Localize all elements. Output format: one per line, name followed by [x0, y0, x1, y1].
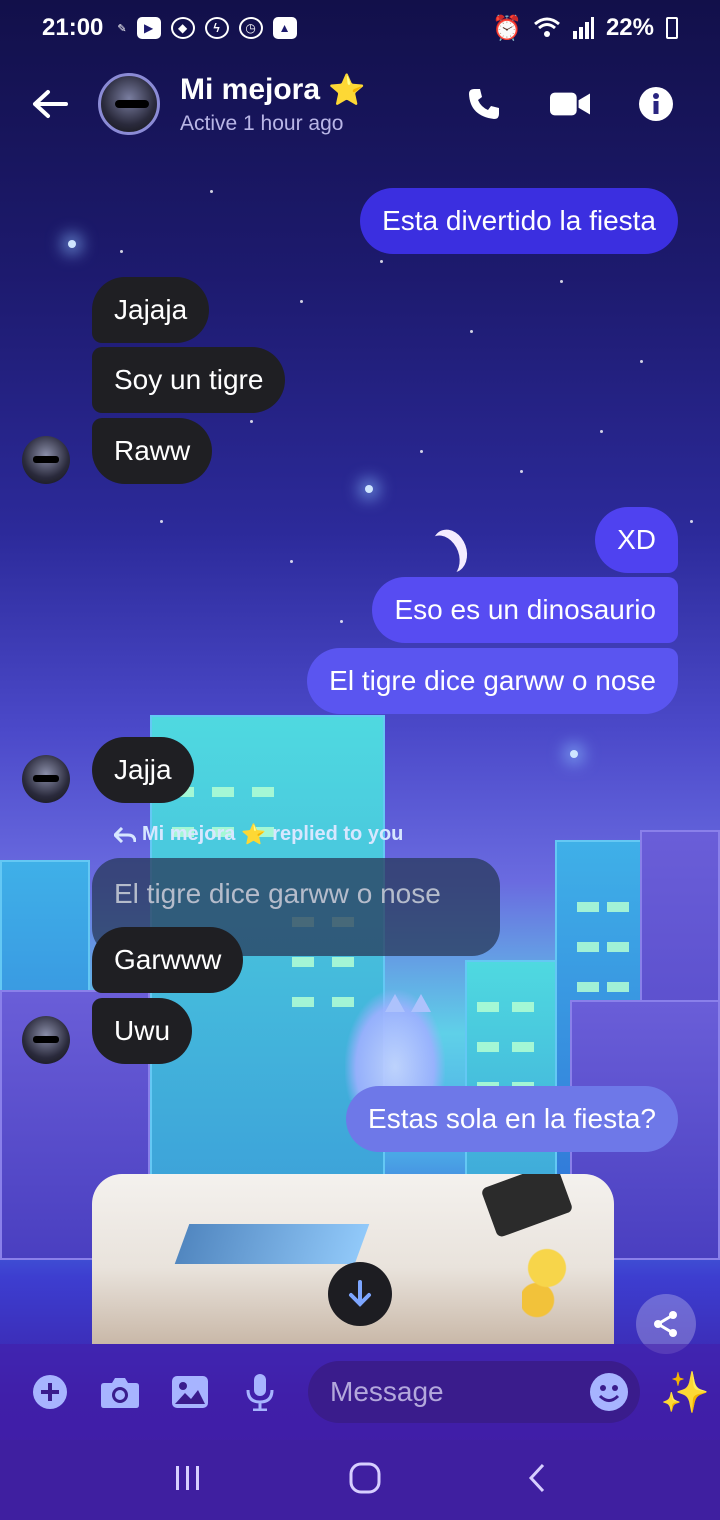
camera-button[interactable]	[98, 1370, 142, 1414]
contact-name-text: Mi mejora	[180, 73, 321, 106]
star-icon: ⭐	[241, 824, 267, 846]
plus-circle-icon	[33, 1375, 67, 1409]
back-nav-button[interactable]	[527, 1462, 547, 1499]
contact-avatar[interactable]	[98, 73, 160, 135]
active-status: Active 1 hour ago	[180, 111, 344, 135]
add-attachment-button[interactable]	[28, 1370, 72, 1414]
camera-icon	[101, 1378, 139, 1408]
video-call-button[interactable]	[550, 84, 590, 124]
message-bubble-incoming[interactable]: Uwu	[92, 998, 193, 1064]
star-icon: ⭐	[328, 73, 366, 107]
contact-avatar-small[interactable]	[22, 436, 70, 484]
smiley-icon	[598, 1385, 620, 1402]
contact-info[interactable]: Mi mejora ⭐ Active 1 hour ago	[180, 73, 365, 136]
recent-apps-icon	[175, 1465, 199, 1490]
alarm-clock-icon: ⏰	[492, 14, 522, 42]
voice-message-button[interactable]	[238, 1370, 282, 1414]
youtube-icon: ▶	[136, 17, 161, 39]
phone-icon	[469, 89, 499, 119]
message-bubble-outgoing[interactable]: XD	[595, 507, 678, 573]
message-input-placeholder: Message	[330, 1376, 444, 1407]
message-bubble-incoming[interactable]: Jajaja	[92, 277, 210, 343]
conversation-info-button[interactable]	[636, 84, 676, 124]
header-actions	[464, 84, 676, 124]
sparkle-icon[interactable]: ✨	[660, 1369, 710, 1416]
message-input[interactable]: Message	[308, 1361, 640, 1423]
contact-avatar-small[interactable]	[22, 1016, 70, 1064]
message-bubble-outgoing[interactable]: El tigre dice garww o nose	[307, 648, 678, 714]
message-bubble-outgoing[interactable]: Esta divertido la fiesta	[360, 188, 678, 254]
reply-arrow-icon	[114, 826, 136, 843]
info-icon	[639, 87, 673, 121]
reply-label-text: replied to you	[272, 823, 404, 845]
image-icon	[172, 1376, 208, 1408]
system-navigation-bar	[0, 1440, 720, 1520]
battery-level: 22%	[605, 14, 654, 41]
reply-indicator: Mi mejora ⭐ replied to you	[114, 822, 403, 847]
emoji-button[interactable]	[590, 1373, 628, 1411]
recent-apps-button[interactable]	[173, 1463, 203, 1498]
message-bubble-incoming[interactable]: Raww	[92, 418, 213, 484]
scroll-to-bottom-button[interactable]	[328, 1262, 392, 1326]
message-bubble-outgoing[interactable]: Estas sola en la fiesta?	[346, 1086, 678, 1152]
arrow-left-icon	[33, 90, 68, 118]
reply-sender-name: Mi mejora	[142, 823, 236, 845]
contact-name: Mi mejora ⭐	[180, 73, 365, 108]
quoted-message-text: El tigre dice garww o nose	[114, 878, 441, 909]
system-indicators: ⏰ 22%	[492, 14, 678, 43]
app-notification-icon: ◆	[170, 17, 195, 39]
message-bubble-incoming[interactable]: Soy un tigre	[92, 347, 286, 413]
battery-charging-icon	[666, 17, 678, 39]
arrow-down-icon	[349, 1280, 371, 1307]
message-composer: Message ✨	[0, 1344, 720, 1440]
microphone-icon	[246, 1374, 274, 1411]
gallery-button[interactable]	[168, 1370, 212, 1414]
home-button[interactable]	[348, 1461, 382, 1500]
wifi-icon	[533, 17, 560, 37]
voice-call-button[interactable]	[464, 84, 504, 124]
message-bubble-outgoing[interactable]: Eso es un dinosaurio	[372, 577, 678, 643]
chevron-left-icon	[529, 1463, 545, 1492]
contact-avatar-small[interactable]	[22, 755, 70, 803]
chat-header: Mi mejora ⭐ Active 1 hour ago	[0, 56, 720, 152]
status-bar: 21:00 ✎ ▶ ◆ ϟ ◷ ▲ ⏰ 22%	[0, 0, 720, 56]
home-icon	[349, 1462, 381, 1493]
messenger-icon: ϟ	[204, 17, 229, 39]
notification-icons: ✎ ▶ ◆ ϟ ◷ ▲	[117, 17, 297, 39]
calm-icon: ✎	[117, 22, 127, 35]
clock: 21:00	[42, 14, 104, 41]
back-button[interactable]	[22, 76, 78, 132]
message-bubble-incoming[interactable]: Jajja	[92, 737, 194, 803]
signal-icon	[572, 17, 594, 39]
cat-silhouette-decoration	[345, 990, 445, 1100]
message-bubble-incoming[interactable]: Garwww	[92, 927, 244, 993]
gallery-notification-icon: ▲	[272, 17, 297, 39]
video-camera-icon	[550, 92, 590, 116]
share-icon	[654, 1311, 677, 1337]
alarm-icon: ◷	[238, 17, 263, 39]
